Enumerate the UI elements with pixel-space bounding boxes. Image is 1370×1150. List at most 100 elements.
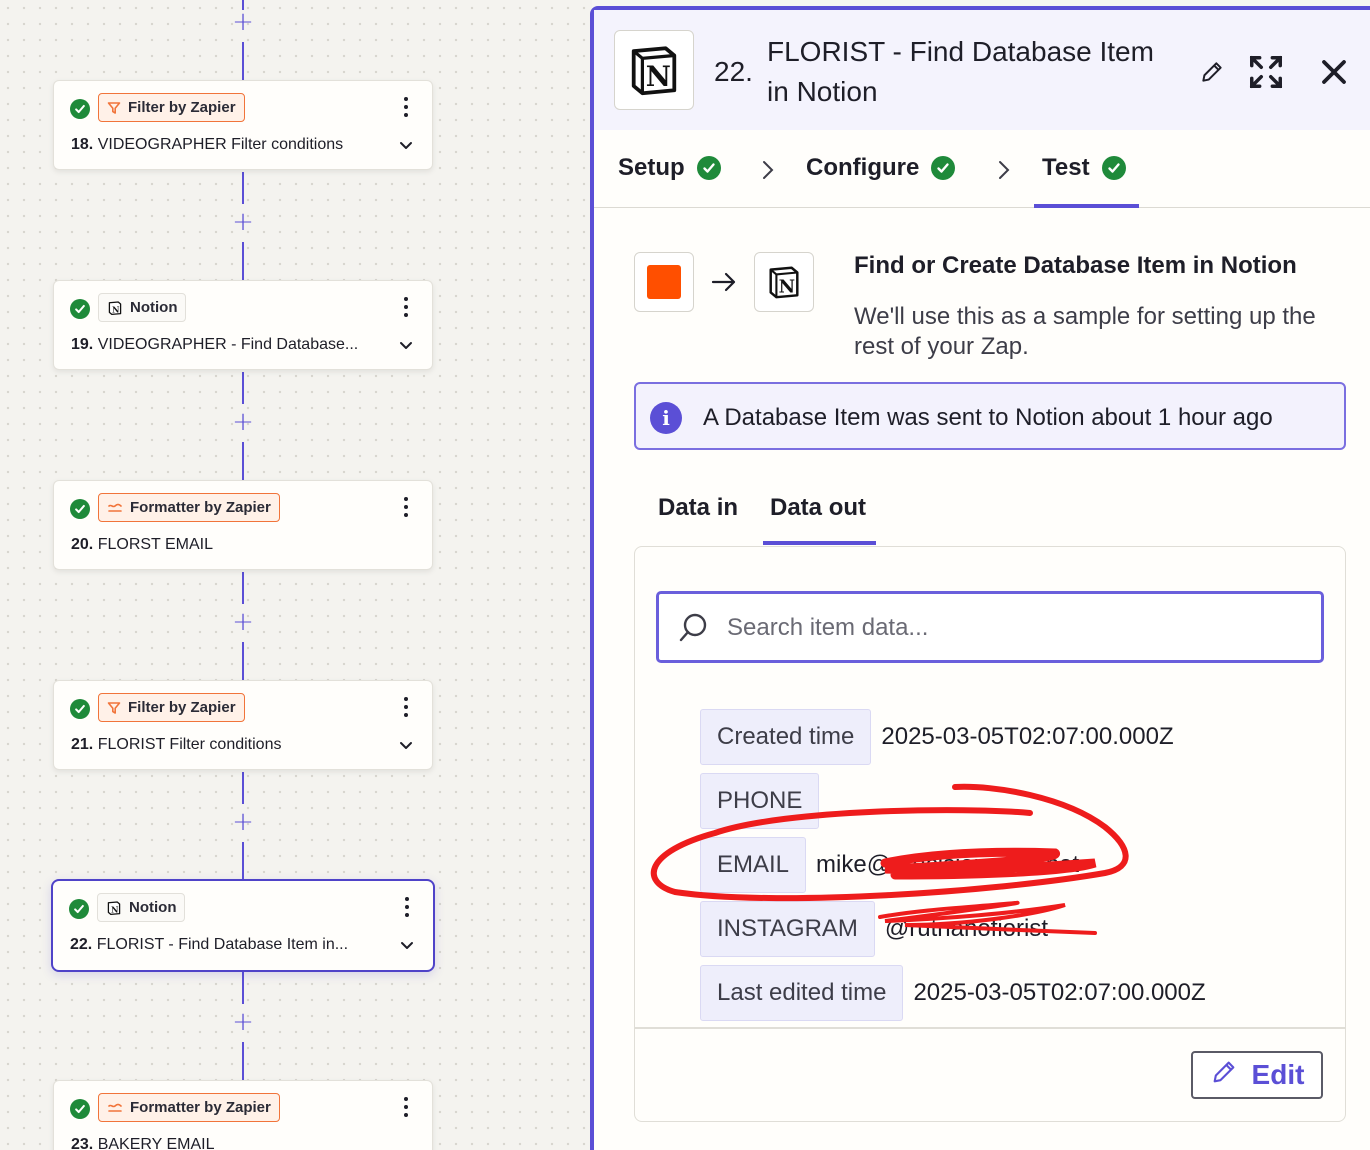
add-step-button[interactable]: +: [230, 1009, 256, 1036]
tab-data-out[interactable]: Data out: [770, 494, 866, 522]
connector-line: [242, 1042, 244, 1080]
step-title: 22. FLORIST - Find Database Item in...: [70, 936, 380, 954]
formatter-icon: [107, 1101, 123, 1115]
add-step-button[interactable]: +: [230, 409, 256, 436]
app-name: Filter by Zapier: [128, 699, 236, 716]
field-value: 2025-03-05T02:07:00.000Z: [913, 979, 1206, 1006]
step-card[interactable]: N Notion 19. VIDEOGRAPHER - Find Database.…: [53, 280, 433, 370]
pencil-icon: [1199, 59, 1225, 90]
expand-button[interactable]: [1244, 52, 1288, 96]
zapier-square-icon: [647, 265, 681, 299]
chevron-down-icon[interactable]: [399, 938, 415, 956]
svg-text:N: N: [112, 304, 119, 314]
app-name: Filter by Zapier: [128, 99, 236, 116]
step-card[interactable]: N Notion 22. FLORIST - Find Database Item …: [51, 879, 435, 972]
connector-line: [242, 842, 244, 880]
check-circle-icon: [70, 299, 90, 319]
step-name: FLORIST - Find Database Item in...: [96, 936, 349, 953]
field-key[interactable]: Last edited time: [700, 965, 904, 1021]
app-badge: Filter by Zapier: [98, 693, 245, 722]
more-options-icon[interactable]: [398, 95, 414, 119]
step-name: VIDEOGRAPHER - Find Database...: [97, 336, 359, 353]
step-card[interactable]: Filter by Zapier 21. FLORIST Filter condi…: [53, 680, 433, 770]
arrow-right-icon: [710, 270, 738, 299]
field-row: Last edited time 2025-03-05T02:07:00.000…: [700, 965, 1206, 1021]
tab-label: Configure: [806, 154, 920, 181]
notion-icon: N: [106, 900, 122, 916]
chevron-down-icon[interactable]: [398, 738, 414, 756]
more-options-icon[interactable]: [398, 695, 414, 719]
add-step-button[interactable]: +: [230, 609, 256, 636]
info-banner: i A Database Item was sent to Notion abo…: [634, 382, 1346, 450]
close-button[interactable]: [1312, 52, 1356, 96]
field-key[interactable]: EMAIL: [700, 837, 807, 893]
add-step-button[interactable]: +: [230, 809, 256, 836]
chevron-right-icon: [762, 160, 774, 185]
connector-line: [242, 642, 244, 680]
field-key[interactable]: PHONE: [700, 773, 820, 829]
edit-button[interactable]: Edit: [1191, 1051, 1323, 1099]
chevron-right-icon: [998, 160, 1010, 185]
add-step-button[interactable]: +: [230, 209, 256, 236]
step-card[interactable]: Formatter by Zapier 23. BAKERY EMAIL: [53, 1080, 433, 1150]
trigger-app-icon: [634, 252, 694, 312]
step-title[interactable]: FLORIST - Find Database Item in Notion: [767, 32, 1177, 112]
svg-text:N: N: [111, 904, 118, 914]
svg-text:N: N: [646, 61, 671, 93]
field-row: Created time 2025-03-05T02:07:00.000Z: [700, 709, 1174, 765]
field-value: 2025-03-05T02:07:00.000Z: [881, 723, 1174, 750]
app-badge: N Notion: [97, 893, 186, 922]
divider: [635, 1027, 1345, 1029]
more-options-icon[interactable]: [398, 295, 414, 319]
step-editor-panel: N 22. FLORIST - Find Database Item in No…: [590, 6, 1370, 1150]
check-circle-icon: [70, 1099, 90, 1119]
tab-setup[interactable]: Setup: [618, 154, 721, 182]
field-value: mike@precisionmind.net: [816, 851, 1080, 878]
rename-button[interactable]: [1194, 56, 1230, 92]
close-icon: [1319, 57, 1349, 92]
step-title: 19. VIDEOGRAPHER - Find Database...: [71, 336, 381, 354]
field-key[interactable]: Created time: [700, 709, 872, 765]
step-number: 22.: [70, 936, 93, 953]
info-icon: i: [650, 402, 682, 434]
connector-line: [242, 972, 244, 1004]
tab-test[interactable]: Test: [1042, 154, 1126, 182]
add-step-button[interactable]: +: [230, 9, 256, 36]
step-number: 21.: [71, 736, 94, 753]
step-title: 18. VIDEOGRAPHER Filter conditions: [71, 136, 381, 154]
more-options-icon[interactable]: [398, 1095, 414, 1119]
step-card[interactable]: Formatter by Zapier 20. FLORST EMAIL: [53, 480, 433, 570]
notion-app-icon: N: [614, 30, 694, 110]
panel-header: N 22. FLORIST - Find Database Item in No…: [594, 10, 1370, 130]
step-name: FLORST EMAIL: [97, 536, 213, 553]
step-card[interactable]: Filter by Zapier 18. VIDEOGRAPHER Filter …: [53, 80, 433, 170]
step-number: 19.: [71, 336, 94, 353]
check-circle-icon: [1101, 156, 1126, 180]
expand-icon: [1247, 53, 1285, 96]
step-title: 23. BAKERY EMAIL: [71, 1136, 381, 1150]
check-circle-icon: [69, 899, 89, 919]
app-badge: N Notion: [98, 293, 187, 322]
tab-configure[interactable]: Configure: [806, 154, 956, 182]
search-input[interactable]: [727, 611, 1307, 645]
step-name: VIDEOGRAPHER Filter conditions: [97, 136, 344, 153]
app-badge: Filter by Zapier: [98, 93, 245, 122]
chevron-down-icon[interactable]: [398, 338, 414, 356]
filter-icon: [107, 701, 121, 715]
connector-line: [242, 172, 244, 204]
notion-icon: N: [107, 300, 123, 316]
zap-canvas[interactable]: + + + + + + Filter by Zapier 18. VIDEOGRA…: [0, 0, 592, 1150]
connector-line: [242, 572, 244, 604]
more-options-icon[interactable]: [398, 495, 414, 519]
step-name: BAKERY EMAIL: [97, 1136, 215, 1150]
app-name: Formatter by Zapier: [130, 499, 271, 516]
active-tab-indicator: [1034, 204, 1139, 208]
search-box: [656, 591, 1324, 663]
tab-label: Test: [1042, 154, 1090, 181]
tab-data-in[interactable]: Data in: [658, 494, 738, 522]
field-key[interactable]: INSTAGRAM: [700, 901, 875, 957]
more-options-icon[interactable]: [399, 895, 415, 919]
check-circle-icon: [931, 156, 956, 180]
step-number: 18.: [71, 136, 94, 153]
chevron-down-icon[interactable]: [398, 138, 414, 156]
